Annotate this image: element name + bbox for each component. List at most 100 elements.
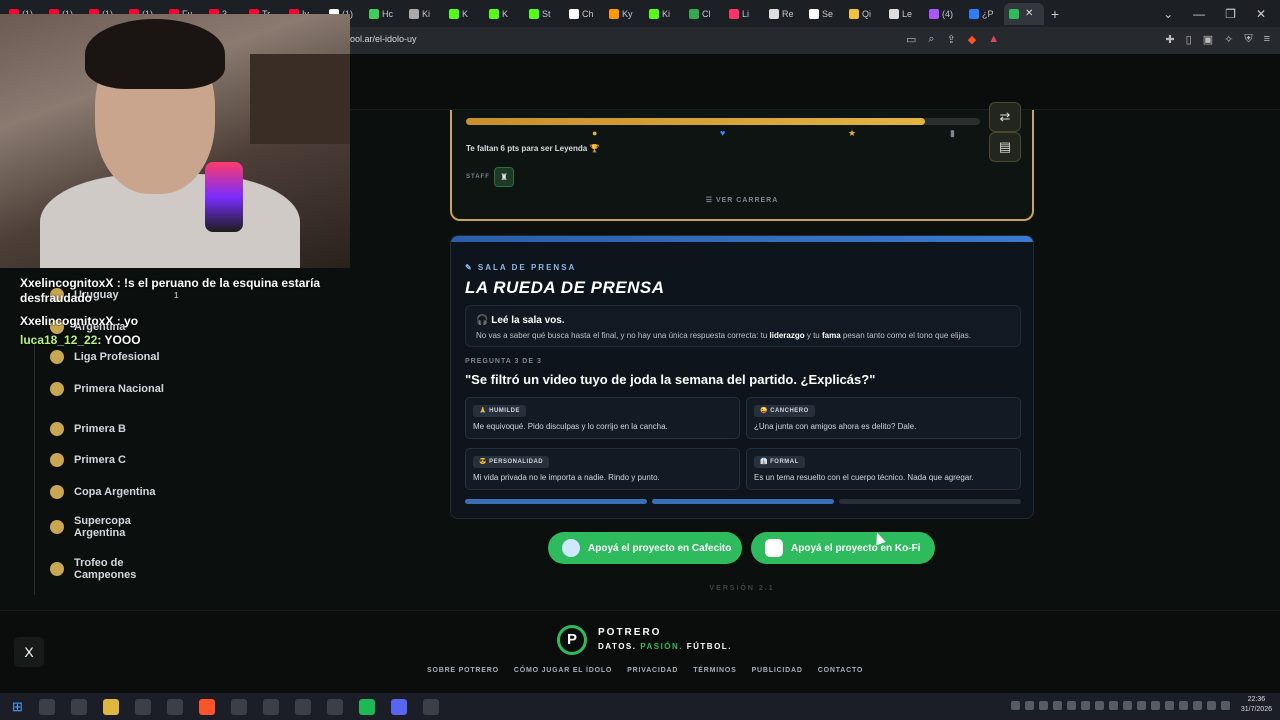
start-icon[interactable]: ⊞ xyxy=(12,699,23,715)
answer-option-formal[interactable]: 👔 FORMAL Es un tema resuelto con el cuer… xyxy=(746,448,1021,490)
steam-icon[interactable] xyxy=(422,698,439,715)
tray-icon[interactable] xyxy=(1094,700,1104,710)
tray-icon[interactable] xyxy=(1136,700,1146,710)
career-card: ● ♥ ★ ▮ Te faltan 6 pts para ser Leyenda… xyxy=(450,102,1034,221)
tray-icon[interactable] xyxy=(1192,700,1202,710)
tray-icon[interactable] xyxy=(1108,700,1118,710)
app-icon[interactable] xyxy=(166,698,183,715)
answer-option-personalidad[interactable]: 😎 PERSONALIDAD Mi vida privada no le imp… xyxy=(465,448,740,490)
tray-icon[interactable] xyxy=(1052,700,1062,710)
share-icon[interactable]: ⇪ xyxy=(947,33,956,46)
maximize-icon[interactable]: ❐ xyxy=(1225,7,1236,21)
career-progress-bar xyxy=(466,118,980,125)
brave-shield-icon[interactable]: ◆ xyxy=(968,33,976,46)
answer-option-humilde[interactable]: 🙏 HUMILDE Me equivoqué. Pido disculpas y… xyxy=(465,397,740,439)
discord-icon[interactable] xyxy=(390,698,407,715)
press-title: LA RUEDA DE PRENSA xyxy=(465,278,665,297)
wallet-icon[interactable]: ▣ xyxy=(1203,33,1213,46)
tray-icon[interactable] xyxy=(1206,700,1216,710)
cafecito-button[interactable]: Apoyá el proyecto en Cafecito xyxy=(548,532,742,564)
footer-link[interactable]: TÉRMINOS xyxy=(693,667,736,674)
browser-tab[interactable]: Re xyxy=(764,3,804,25)
clock[interactable]: 22:36 31/7/2026 xyxy=(1241,695,1272,715)
app-icon[interactable] xyxy=(262,698,279,715)
reader-icon[interactable]: ▭ xyxy=(906,33,916,46)
competition-icon xyxy=(50,453,64,467)
brand-name: POTRERO xyxy=(598,627,662,638)
browser-tab[interactable]: Se xyxy=(804,3,844,25)
press-accent-bar xyxy=(451,236,1033,242)
sidebar-item[interactable]: Primera C xyxy=(34,453,164,467)
browser-tab[interactable]: (4) xyxy=(924,3,964,25)
footer-link[interactable]: CONTACTO xyxy=(818,667,863,674)
sidebar-item[interactable]: Primera B xyxy=(34,422,164,436)
tray-icon[interactable] xyxy=(1150,700,1160,710)
sidebar-item[interactable]: Supercopa Argentina xyxy=(34,515,164,539)
app-icon[interactable] xyxy=(326,698,343,715)
browser-tab[interactable]: ✕ xyxy=(1004,2,1044,25)
kofi-button[interactable]: Apoyá el proyecto en Ko-Fi xyxy=(751,532,935,564)
browser-tab[interactable]: Qi xyxy=(844,3,884,25)
tray-icon[interactable] xyxy=(1066,700,1076,710)
sidebar-item-label: Copa Argentina xyxy=(74,486,156,498)
tab-close-icon[interactable]: ✕ xyxy=(1025,8,1033,19)
potrero-logo[interactable]: P xyxy=(557,625,587,655)
tray-icon[interactable] xyxy=(1178,700,1188,710)
footer-link[interactable]: PUBLICIDAD xyxy=(752,667,803,674)
footer-link[interactable]: CÓMO JUGAR EL ÍDOLO xyxy=(514,667,612,674)
vpn-icon[interactable]: ⛨ xyxy=(1244,33,1252,46)
browser-tab[interactable]: Cl xyxy=(684,3,724,25)
url-field[interactable]: ool.ar/el-idolo-uy xyxy=(350,34,417,44)
tray-icon[interactable] xyxy=(1038,700,1048,710)
browser-tab[interactable]: Hc xyxy=(364,3,404,25)
tray-icon[interactable] xyxy=(1024,700,1034,710)
browser-tab[interactable]: Ch xyxy=(564,3,604,25)
extensions-icon[interactable]: ✚ xyxy=(1165,33,1174,46)
sidebar-icon[interactable]: ▯ xyxy=(1186,33,1192,46)
spotify-icon[interactable] xyxy=(358,698,375,715)
browser-tab[interactable]: Ky xyxy=(604,3,644,25)
browser-tab[interactable]: Ki xyxy=(644,3,684,25)
brave-icon[interactable] xyxy=(198,698,215,715)
minimize-icon[interactable]: — xyxy=(1193,7,1205,21)
zoom-icon[interactable]: ⌕ xyxy=(928,33,934,46)
sidebar-item[interactable]: Copa Argentina xyxy=(34,485,164,499)
tray-icon[interactable] xyxy=(1122,700,1132,710)
browser-tab[interactable]: K xyxy=(444,3,484,25)
brave-rewards-icon[interactable]: ▲ xyxy=(988,33,999,46)
new-tab-button[interactable]: + xyxy=(1044,6,1066,22)
tab-list-icon[interactable]: ⌄ xyxy=(1163,7,1173,21)
app-icon[interactable] xyxy=(134,698,151,715)
files-icon[interactable] xyxy=(102,698,119,715)
footer-link[interactable]: PRIVACIDAD xyxy=(627,667,678,674)
tray-icon[interactable] xyxy=(1080,700,1090,710)
info-box: 🎧 Leé la sala vos. No vas a saber qué bu… xyxy=(465,305,1021,347)
browser-tab[interactable]: Le xyxy=(884,3,924,25)
view-career-link[interactable]: ☰ VER CARRERA xyxy=(452,196,1032,204)
menu-icon[interactable]: ≡ xyxy=(1264,33,1270,46)
browser-tab[interactable]: St xyxy=(524,3,564,25)
tab-favicon-icon xyxy=(1009,8,1019,19)
staff-badge-icon[interactable]: ♜ xyxy=(494,167,514,187)
footer-link[interactable]: SOBRE POTRERO xyxy=(427,667,499,674)
tray-icon[interactable] xyxy=(1010,700,1020,710)
leo-icon[interactable]: ✧ xyxy=(1224,33,1233,46)
browser-tab[interactable]: Li xyxy=(724,3,764,25)
tray-icon[interactable] xyxy=(1220,700,1230,710)
browser-tab[interactable]: Ki xyxy=(404,3,444,25)
search-icon[interactable] xyxy=(38,698,55,715)
tray-icon[interactable] xyxy=(1164,700,1174,710)
close-window-icon[interactable]: ✕ xyxy=(1256,7,1266,21)
browser-tab[interactable]: ¿P xyxy=(964,3,1004,25)
store-icon[interactable] xyxy=(70,698,87,715)
obs-icon[interactable] xyxy=(230,698,247,715)
bag-icon[interactable]: ▤ xyxy=(989,132,1021,162)
sidebar-item[interactable]: Trofeo de Campeones xyxy=(34,557,164,581)
swap-icon[interactable]: ⇄ xyxy=(989,102,1021,132)
sidebar-item[interactable]: Primera Nacional xyxy=(34,382,164,396)
answer-option-canchero[interactable]: 😜 CANCHERO ¿Una junta con amigos ahora e… xyxy=(746,397,1021,439)
streamer-hair xyxy=(85,19,225,89)
browser-tab[interactable]: K xyxy=(484,3,524,25)
app-icon[interactable] xyxy=(294,698,311,715)
x-social-button[interactable]: X xyxy=(14,637,44,667)
